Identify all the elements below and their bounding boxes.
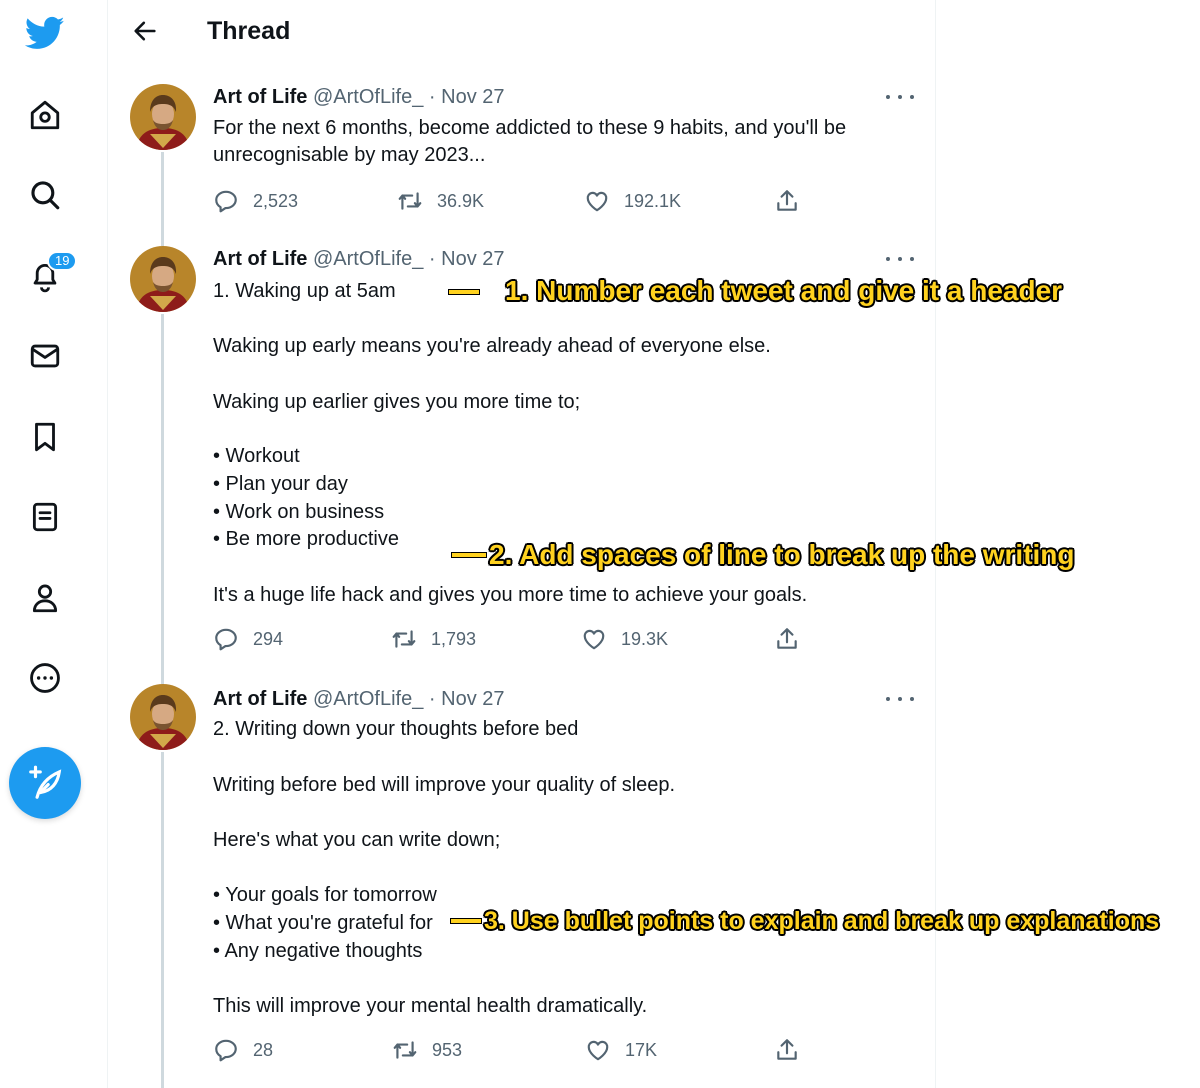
tweet-date[interactable]: Nov 27 — [441, 688, 504, 710]
tweet-text-line: Waking up early means you're already ahe… — [213, 335, 771, 357]
tweet-text-line: • Any negative thoughts — [213, 940, 423, 962]
tweet-text-line: Writing before bed will improve your qua… — [213, 774, 676, 796]
tweet-text-line: It's a huge life hack and gives you more… — [213, 584, 808, 606]
share-icon — [777, 190, 797, 211]
tweet-text-line: • What you're grateful for — [213, 912, 433, 934]
more-options-icon[interactable] — [25, 658, 65, 698]
tweet-text-line: • Plan your day — [213, 473, 348, 495]
share-button[interactable] — [774, 188, 800, 214]
heart-icon — [583, 629, 605, 650]
like-count: 17K — [625, 1039, 658, 1060]
profile-icon[interactable] — [25, 578, 65, 618]
reply-icon — [215, 190, 237, 213]
retweet-icon — [398, 192, 422, 210]
like-button[interactable]: 17K — [585, 1037, 657, 1063]
author-name[interactable]: Art of Life — [213, 688, 307, 710]
annotation-dash — [448, 289, 480, 295]
avatar[interactable] — [130, 84, 196, 150]
reply-button[interactable]: 28 — [213, 1037, 273, 1063]
tweet-text-line: This will improve your mental health dra… — [213, 995, 648, 1017]
compose-tweet-button[interactable] — [9, 747, 81, 819]
tweet-text-line: Waking up earlier gives you more time to… — [213, 391, 581, 413]
author-handle[interactable]: @ArtOfLife_ — [313, 86, 423, 108]
messages-envelope-icon[interactable] — [25, 336, 65, 376]
tweet-header: Art of Life @ArtOfLife_ · Nov 27 — [213, 246, 505, 272]
retweet-button[interactable]: 36.9K — [397, 188, 484, 214]
tweet-text-line: • Work on business — [213, 501, 385, 523]
annotation-number-header: 1. Number each tweet and give it a heade… — [505, 275, 1063, 306]
twitter-logo-icon[interactable] — [25, 13, 65, 53]
author-name[interactable]: Art of Life — [213, 248, 307, 270]
tweet-text-line: Here's what you can write down; — [213, 829, 501, 851]
heart-icon — [586, 191, 608, 212]
separator-dot: · — [428, 248, 436, 270]
reply-button[interactable]: 2,523 — [213, 188, 298, 214]
avatar[interactable] — [130, 684, 196, 750]
sidebar: 19 — [0, 0, 108, 1088]
heart-icon — [587, 1040, 609, 1061]
share-icon — [777, 628, 797, 649]
tweet-text-line: 1. Waking up at 5am — [213, 280, 396, 302]
separator-dot: · — [428, 86, 436, 108]
share-button[interactable] — [774, 626, 800, 652]
reply-count: 28 — [253, 1039, 274, 1060]
more-icon[interactable] — [886, 249, 914, 269]
bookmark-icon[interactable] — [25, 417, 65, 457]
tweet-text-line: For the next 6 months, become addicted t… — [213, 117, 847, 139]
reply-icon — [215, 1039, 237, 1062]
retweet-count: 953 — [432, 1039, 463, 1060]
more-icon[interactable] — [886, 689, 914, 709]
like-count: 192.1K — [624, 190, 682, 211]
retweet-count: 36.9K — [437, 190, 485, 211]
author-handle[interactable]: @ArtOfLife_ — [313, 248, 423, 270]
reply-button[interactable]: 294 — [213, 626, 283, 652]
search-icon[interactable] — [25, 175, 65, 215]
author-name[interactable]: Art of Life — [213, 86, 307, 108]
reply-icon — [215, 628, 237, 651]
tweet-text-line: unrecognisable by may 2023... — [213, 144, 486, 166]
feather-plus-icon — [29, 765, 62, 799]
tweet-text-line: • Workout — [213, 445, 300, 467]
reply-count: 2,523 — [253, 190, 299, 211]
tweet-text-line: 2. Writing down your thoughts before bed — [213, 718, 579, 740]
share-icon — [777, 1039, 797, 1060]
home-icon[interactable] — [25, 95, 65, 135]
like-button[interactable]: 19.3K — [581, 626, 668, 652]
retweet-icon — [392, 630, 416, 648]
lists-icon[interactable] — [25, 497, 65, 537]
tweet[interactable]: Art of Life @ArtOfLife_ · Nov 27 1. Waki… — [108, 246, 936, 666]
author-handle[interactable]: @ArtOfLife_ — [313, 688, 423, 710]
retweet-button[interactable]: 1,793 — [391, 626, 476, 652]
retweet-button[interactable]: 953 — [392, 1037, 462, 1063]
share-button[interactable] — [774, 1037, 800, 1063]
annotation-line-spaces: 2. Add spaces of line to break up the wr… — [489, 539, 1075, 570]
tweet-header: Art of Life @ArtOfLife_ · Nov 27 — [213, 686, 505, 712]
retweet-icon — [393, 1041, 417, 1059]
back-arrow-icon[interactable] — [128, 14, 162, 48]
page-title: Thread — [207, 17, 291, 45]
like-button[interactable]: 192.1K — [584, 188, 681, 214]
like-count: 19.3K — [621, 628, 669, 649]
separator-dot: · — [428, 688, 436, 710]
tweet[interactable]: Art of Life @ArtOfLife_ · Nov 27 For the… — [108, 84, 936, 224]
notifications-bell-icon[interactable]: 19 — [25, 251, 78, 296]
retweet-count: 1,793 — [431, 628, 477, 649]
annotation-bullet-points: 3. Use bullet points to explain and brea… — [484, 907, 1160, 935]
reply-count: 294 — [253, 628, 284, 649]
annotation-dash — [451, 552, 487, 558]
tweet-date[interactable]: Nov 27 — [441, 86, 504, 108]
tweet[interactable]: Art of Life @ArtOfLife_ · Nov 27 2. Writ… — [108, 684, 936, 1084]
annotation-dash — [450, 918, 482, 924]
notifications-badge: 19 — [47, 251, 78, 271]
tweet-header: Art of Life @ArtOfLife_ · Nov 27 — [213, 84, 505, 110]
avatar[interactable] — [130, 246, 196, 312]
tweet-text-line: • Your goals for tomorrow — [213, 884, 437, 906]
more-icon[interactable] — [886, 87, 914, 107]
tweet-date[interactable]: Nov 27 — [441, 248, 504, 270]
tweet-text-line: • Be more productive — [213, 528, 399, 550]
